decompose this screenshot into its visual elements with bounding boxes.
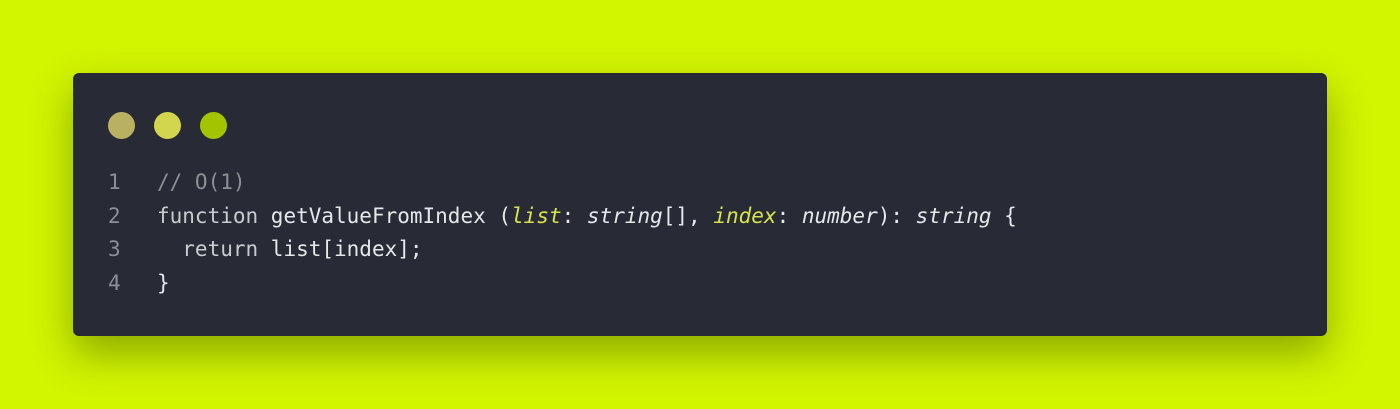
code-line: 4}: [108, 267, 1017, 301]
code-line: 2 function getValueFromIndex (list: strin…: [108, 200, 1017, 234]
code-token-type: string: [915, 203, 992, 228]
code-token-type: string: [586, 203, 663, 228]
line-number: 1: [108, 170, 121, 194]
code-token-text: :: [561, 203, 587, 228]
code-block: 1// O(1) 2 function getValueFromIndex (lis…: [108, 166, 1017, 300]
maximize-dot[interactable]: [200, 112, 227, 139]
code-token-param: list: [511, 203, 562, 228]
window-controls: [108, 112, 227, 139]
code-line: 1 // O(1): [108, 166, 1017, 200]
minimize-dot[interactable]: [154, 112, 181, 139]
code-token-text: :: [776, 203, 802, 228]
code-token-text: [],: [662, 203, 714, 228]
code-token-text: list[index];: [258, 237, 423, 261]
line-number: 4: [108, 270, 121, 295]
code-token-text: getValueFromIndex (: [258, 203, 512, 228]
code-token-type: number: [801, 203, 878, 228]
code-token-keyword: function: [157, 203, 259, 228]
line-number: 2: [108, 203, 121, 228]
code-line: 3 return list[index];: [108, 233, 1017, 267]
code-token-text: }: [157, 270, 170, 295]
code-token-param: index: [713, 203, 777, 228]
code-token-text: ):: [877, 203, 916, 228]
code-token-text: {: [991, 203, 1017, 228]
close-dot[interactable]: [108, 112, 135, 139]
code-token-comment: // O(1): [157, 170, 246, 194]
line-number: 3: [108, 237, 121, 261]
code-token-keyword: return: [157, 237, 259, 261]
